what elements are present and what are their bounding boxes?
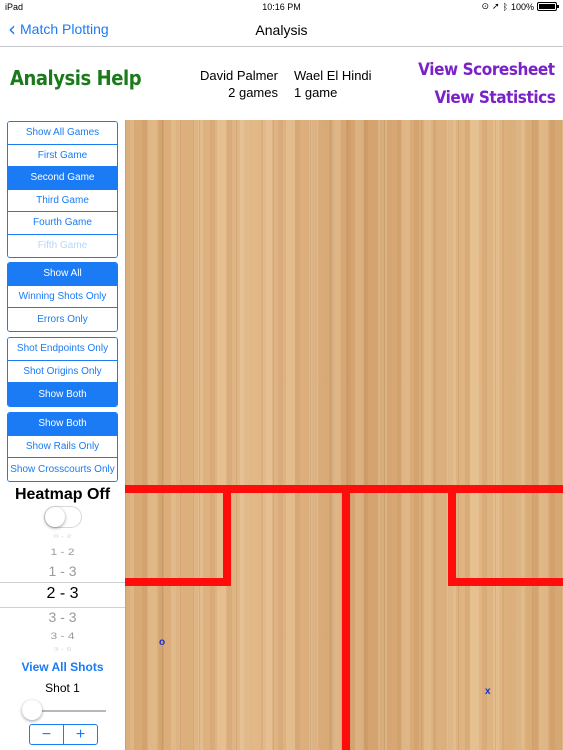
status-right: ⊙ ➚ ᛒ 100%: [481, 1, 559, 12]
decrement-button[interactable]: −: [30, 725, 64, 744]
picker-option[interactable]: 0 - 2: [0, 533, 125, 539]
picker-selected-option[interactable]: 2 - 3: [0, 585, 125, 603]
court-view[interactable]: o x: [125, 120, 563, 750]
navigation-bar: ‹ Match Plotting Analysis: [0, 14, 563, 47]
filter-games-5[interactable]: Fifth Game: [8, 234, 117, 257]
player1-name: David Palmer: [199, 68, 278, 83]
court-lines: [125, 485, 563, 750]
heatmap-label: Heatmap Off: [14, 486, 111, 503]
shot-origin-marker[interactable]: o: [159, 637, 165, 648]
filter-games-4[interactable]: Fourth Game: [8, 212, 117, 235]
increment-button[interactable]: +: [64, 725, 97, 744]
picker-option[interactable]: 1 - 2: [0, 547, 125, 558]
status-bar: iPad 10:16 PM ⊙ ➚ ᛒ 100%: [0, 0, 563, 14]
picker-divider-bottom: [0, 607, 125, 608]
shot-slider[interactable]: [22, 700, 106, 720]
game-filter-group: Show All Games First Game Second Game Th…: [7, 121, 118, 258]
shot-type-filter-group: Show All Winning Shots Only Errors Only: [7, 262, 118, 332]
filter-shot_types-0[interactable]: Show All: [8, 263, 117, 286]
current-shot-label: Shot 1: [45, 681, 80, 695]
picker-divider-top: [0, 582, 125, 583]
battery-percent: 100%: [510, 1, 534, 12]
player2-games: 1 game: [294, 85, 338, 100]
page-title: Analysis: [255, 22, 308, 38]
picker-option[interactable]: 1 - 3: [0, 563, 125, 579]
filter-points-1[interactable]: Shot Origins Only: [8, 360, 117, 383]
shot-endpoint-marker[interactable]: x: [485, 686, 491, 697]
lock-rotation-icon: ⊙: [481, 1, 490, 11]
filter-games-1[interactable]: First Game: [8, 144, 117, 167]
filter-points-0[interactable]: Shot Endpoints Only: [8, 338, 117, 361]
picker-option[interactable]: 3 - 3: [0, 609, 125, 625]
view-statistics-link[interactable]: View Statistics: [434, 88, 555, 108]
filter-games-0[interactable]: Show All Games: [8, 122, 117, 145]
view-all-shots-button[interactable]: View All Shots: [0, 660, 125, 674]
filter-directions-2[interactable]: Show Crosscourts Only: [8, 458, 117, 481]
player1-info: David Palmer 2 games: [196, 67, 278, 101]
score-picker[interactable]: 0 - 2 1 - 2 1 - 3 2 - 3 3 - 3 3 - 4 3 - …: [0, 531, 125, 655]
filter-games-3[interactable]: Third Game: [8, 189, 117, 212]
filter-shot_types-1[interactable]: Winning Shots Only: [8, 285, 117, 308]
filter-directions-1[interactable]: Show Rails Only: [8, 435, 117, 458]
battery-icon: [537, 2, 559, 11]
status-time: 10:16 PM: [262, 2, 301, 12]
location-icon: ➚: [492, 1, 500, 11]
direction-filter-group: Show Both Show Rails Only Show Crosscour…: [7, 412, 118, 482]
filter-shot_types-2[interactable]: Errors Only: [8, 308, 117, 331]
player2-info: Wael El Hindi 1 game: [294, 67, 372, 101]
picker-option[interactable]: 3 - 4: [0, 630, 125, 641]
bluetooth-icon: ᛒ: [502, 1, 508, 12]
view-scoresheet-link[interactable]: View Scoresheet: [418, 60, 555, 80]
point-filter-group: Shot Endpoints Only Shot Origins Only Sh…: [7, 337, 118, 407]
player1-games: 2 games: [228, 85, 278, 100]
heatmap-toggle[interactable]: [44, 506, 82, 528]
picker-option[interactable]: 3 - 5: [0, 646, 125, 652]
analysis-help-link[interactable]: Analysis Help: [10, 66, 142, 90]
filter-directions-0[interactable]: Show Both: [8, 413, 117, 436]
filter-points-2[interactable]: Show Both: [8, 383, 117, 406]
slider-thumb[interactable]: [22, 700, 42, 720]
toggle-knob: [45, 507, 65, 527]
shot-stepper[interactable]: − +: [29, 724, 98, 745]
filter-games-2[interactable]: Second Game: [8, 167, 117, 190]
player2-name: Wael El Hindi: [294, 68, 372, 83]
